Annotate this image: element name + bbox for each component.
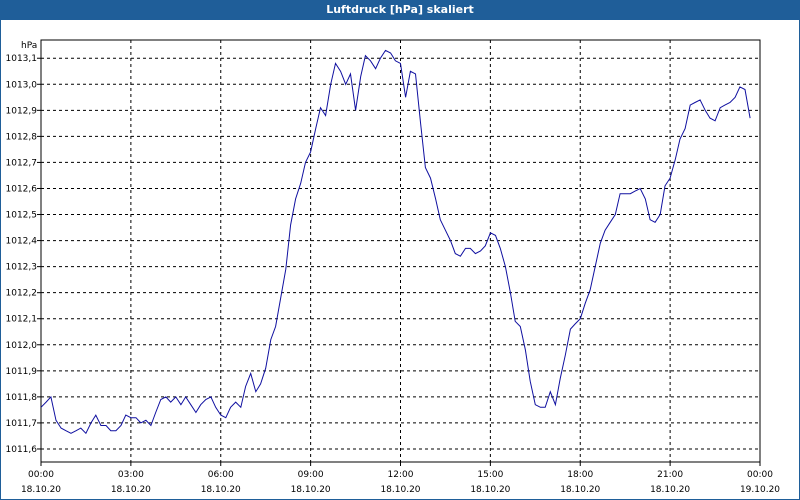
x-tick-date: 19.10.20 xyxy=(740,485,780,495)
x-tick-time: 00:00 xyxy=(28,470,54,480)
x-tick-time: 09:00 xyxy=(298,470,324,480)
x-tick-date: 18.10.20 xyxy=(470,485,510,495)
x-tick-date: 18.10.20 xyxy=(201,485,241,495)
y-tick-label: 1011,7 xyxy=(6,419,38,429)
grid-lines xyxy=(41,40,760,462)
series-line xyxy=(40,49,751,435)
y-tick-label: 1013,1 xyxy=(6,54,38,64)
y-tick-label: 1012,1 xyxy=(6,315,38,325)
y-axis: 1011,6 1011,7 1011,8 1011,9 1012,0 1012,1 1012… xyxy=(6,54,41,455)
y-tick-label: 1012,0 xyxy=(6,341,38,351)
y-tick-label: 1012,9 xyxy=(6,106,38,116)
y-tick-label: 1012,5 xyxy=(6,211,38,221)
x-tick-date: 18.10.20 xyxy=(560,485,600,495)
x-tick-date: 18.10.20 xyxy=(291,485,331,495)
y-tick-label: 1012,3 xyxy=(6,263,38,273)
x-tick-time: 15:00 xyxy=(477,470,503,480)
y-tick-label: 1012,7 xyxy=(6,158,38,168)
x-tick-time: 03:00 xyxy=(118,470,144,480)
x-tick-time: 12:00 xyxy=(388,470,414,480)
y-tick-label: 1011,9 xyxy=(6,367,38,377)
y-tick-label: 1011,8 xyxy=(6,393,38,403)
y-tick-label: 1012,6 xyxy=(6,184,38,194)
x-axis: 00:00 18.10.20 03:00 18.10.20 06:00 18.10.20 0… xyxy=(21,462,780,495)
x-tick-date: 18.10.20 xyxy=(21,485,61,495)
y-tick-label: 1012,8 xyxy=(6,132,38,142)
x-tick-time: 06:00 xyxy=(208,470,234,480)
y-tick-label: 1012,2 xyxy=(6,289,38,299)
y-tick-label: 1011,6 xyxy=(6,445,38,455)
y-tick-label: 1013,0 xyxy=(6,80,38,90)
y-axis-label: hPa xyxy=(21,41,37,51)
x-tick-date: 18.10.20 xyxy=(380,485,420,495)
y-tick-label: 1012,4 xyxy=(6,237,38,247)
line-chart: 1011,6 1011,7 1011,8 1011,9 1012,0 1012,1 1012… xyxy=(6,39,780,495)
x-tick-time: 18:00 xyxy=(567,470,593,480)
x-tick-date: 18.10.20 xyxy=(650,485,690,495)
x-tick-time: 00:00 xyxy=(747,470,773,480)
x-tick-date: 18.10.20 xyxy=(111,485,151,495)
x-tick-time: 21:00 xyxy=(657,470,683,480)
